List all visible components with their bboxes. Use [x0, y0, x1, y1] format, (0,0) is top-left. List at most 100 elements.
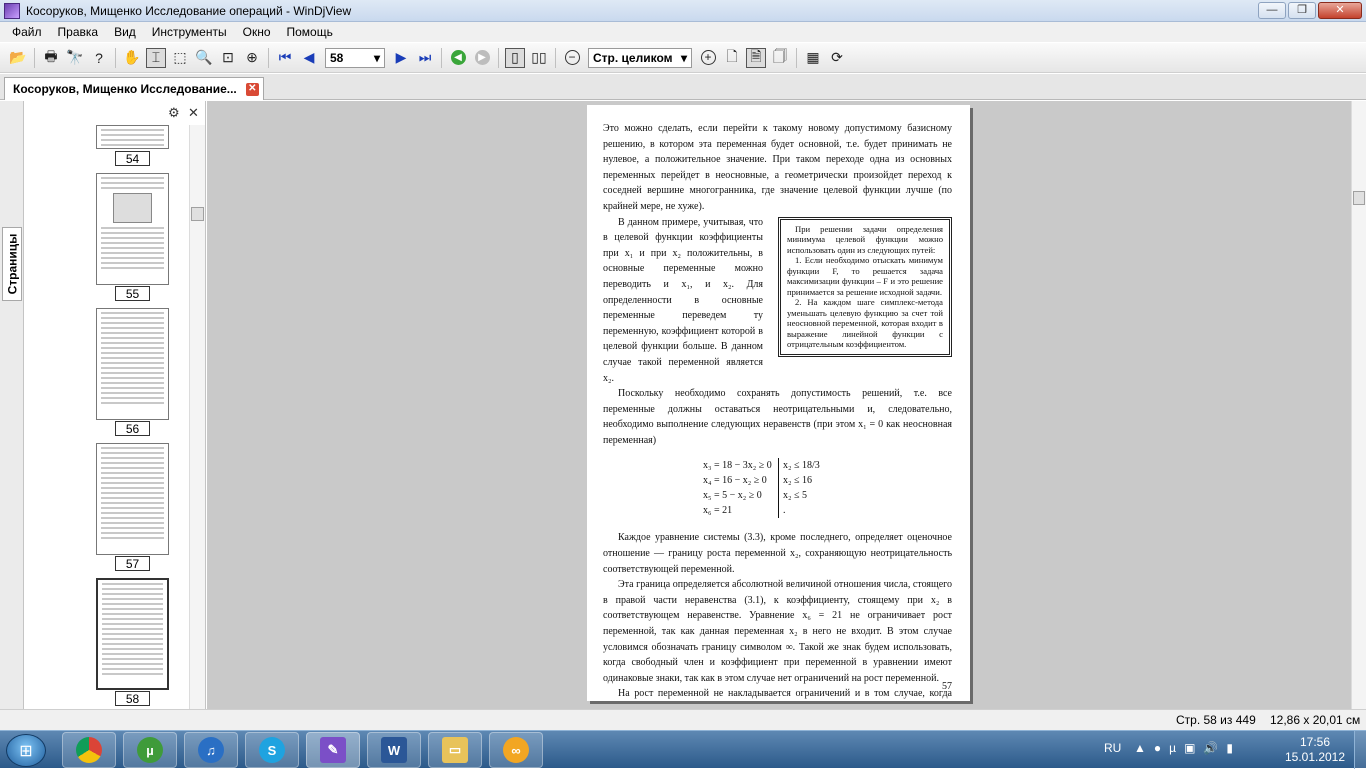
chevron-down-icon[interactable]: ▾: [681, 51, 687, 65]
zoom-rect-icon[interactable]: ⊡: [218, 48, 238, 68]
help-question-icon[interactable]: ?: [89, 48, 109, 68]
open-folder-icon[interactable]: 📂: [8, 48, 28, 68]
equation-system: x₃ = 18 − 3x₂ ≥ 0 x₂ ≤ 18/3 x₄ = 16 − x₂ …: [703, 458, 952, 519]
taskbar-itunes[interactable]: ♫: [184, 732, 238, 768]
fit-width-icon[interactable]: 🗎: [746, 47, 766, 68]
page-thumbnail[interactable]: [96, 125, 169, 149]
utorrent-tray-icon[interactable]: µ: [1169, 741, 1176, 755]
menu-tools[interactable]: Инструменты: [144, 25, 235, 39]
magnifier-icon[interactable]: ⊕: [242, 48, 262, 68]
skype-icon: S: [259, 737, 285, 763]
thumbnail-number: 57: [115, 556, 150, 571]
document-tab[interactable]: Косоруков, Мищенко Исследование... ✕: [4, 77, 264, 100]
zoom-in-button[interactable]: +: [698, 48, 718, 68]
page-thumbnail[interactable]: [96, 308, 169, 420]
page-paragraph: Каждое уравнение системы (3.3), кроме по…: [603, 532, 952, 575]
document-viewer[interactable]: Это можно сделать, если перейти к такому…: [207, 101, 1351, 709]
taskbar-word[interactable]: W: [367, 732, 421, 768]
fit-page-icon[interactable]: 🗋: [722, 48, 742, 68]
scrollbar-thumb[interactable]: [191, 207, 204, 221]
start-button[interactable]: ⊞: [6, 734, 46, 767]
zoom-tool-icon[interactable]: 🔍: [194, 48, 214, 68]
system-tray: ▲ ● µ ▣ 🔊 ▮: [1134, 741, 1233, 755]
equation-left: x₅ = 5 − x₂ ≥ 0: [703, 488, 779, 504]
display-mode-icon[interactable]: ▦: [803, 48, 823, 68]
gear-icon[interactable]: ⚙: [168, 105, 180, 121]
windjview-icon: ✎: [320, 737, 346, 763]
prev-page-icon[interactable]: ◀: [299, 48, 319, 68]
thumbnail-number: 56: [115, 421, 150, 436]
note-text: 2. На каждом шаге симплекс-метода уменьш…: [787, 297, 943, 350]
actual-size-icon[interactable]: 🗍: [770, 48, 790, 68]
facing-pages-icon[interactable]: ▯▯: [529, 48, 549, 68]
document-scrollbar[interactable]: [1351, 101, 1366, 709]
taskbar-windjview[interactable]: ✎: [306, 732, 360, 768]
zoom-out-button[interactable]: −: [562, 48, 582, 68]
taskbar-chrome[interactable]: [62, 732, 116, 768]
menu-window[interactable]: Окно: [235, 25, 279, 39]
page-thumbnail[interactable]: [96, 173, 169, 285]
thumbnail-panel-header: ⚙ ✕: [24, 101, 205, 125]
zoom-combo[interactable]: Стр. целиком ▾: [588, 47, 692, 68]
equation-right: x₂ ≤ 16: [783, 475, 812, 487]
close-button[interactable]: ✕: [1318, 2, 1362, 19]
show-hidden-icons-icon[interactable]: ▲: [1134, 741, 1146, 755]
status-page-count: Стр. 58 из 449: [1176, 713, 1256, 727]
note-box: При решении задачи определения минимума …: [778, 216, 952, 357]
sidebar-tabs: Страницы: [0, 101, 24, 709]
close-icon[interactable]: ✕: [188, 105, 199, 121]
menu-bar: Файл Правка Вид Инструменты Окно Помощь: [0, 22, 1366, 42]
taskbar-skype[interactable]: S: [245, 732, 299, 768]
taskbar-explorer[interactable]: ▭: [428, 732, 482, 768]
forward-button[interactable]: ▶: [472, 48, 492, 68]
taskbar-connection[interactable]: ∞: [489, 732, 543, 768]
equation-right: x₂ ≤ 18/3: [783, 460, 820, 472]
show-desktop-button[interactable]: [1354, 731, 1366, 769]
thumbnail-scrollbar[interactable]: [189, 125, 205, 709]
rect-select-icon[interactable]: ⬚: [170, 48, 190, 68]
note-text: 1. Если необходимо отыскать минимум функ…: [787, 255, 943, 297]
print-icon[interactable]: 🖶: [41, 48, 61, 68]
menu-edit[interactable]: Правка: [50, 25, 107, 39]
rotate-icon[interactable]: ⟳: [827, 48, 847, 68]
page-number-combo[interactable]: 58 ▾: [325, 47, 385, 68]
equation-left: x₆ = 21: [703, 503, 779, 519]
maximize-button[interactable]: ❐: [1288, 2, 1316, 19]
folder-icon: ▭: [442, 737, 468, 763]
chrome-icon: [76, 737, 102, 763]
taskbar-utorrent[interactable]: µ: [123, 732, 177, 768]
close-icon[interactable]: ✕: [245, 83, 259, 96]
menu-file[interactable]: Файл: [4, 25, 50, 39]
page-thumbnail[interactable]: [96, 443, 169, 555]
last-page-icon[interactable]: ⏭: [415, 48, 435, 68]
volume-icon[interactable]: 🔊: [1203, 741, 1218, 755]
back-button[interactable]: ◀: [448, 48, 468, 68]
system-clock[interactable]: 17:56 15.01.2012: [1284, 735, 1346, 765]
menu-view[interactable]: Вид: [106, 25, 144, 39]
status-page-size: 12,86 x 20,01 см: [1270, 713, 1361, 727]
select-tool-icon[interactable]: ⌶: [146, 47, 166, 68]
next-page-icon[interactable]: ▶: [391, 48, 411, 68]
equation-right: .: [783, 505, 786, 517]
device-icon[interactable]: ▣: [1184, 741, 1195, 755]
minimize-button[interactable]: —: [1258, 2, 1286, 19]
menu-help[interactable]: Помощь: [279, 25, 341, 39]
hand-tool-icon[interactable]: ✋: [122, 48, 142, 68]
page-paragraph: Это можно сделать, если перейти к такому…: [603, 123, 952, 212]
single-page-icon[interactable]: ▯: [505, 47, 525, 68]
thumbnail-number: 55: [115, 286, 150, 301]
first-page-icon[interactable]: ⏮: [275, 48, 295, 68]
network-icon[interactable]: ▮: [1226, 741, 1233, 755]
scrollbar-thumb[interactable]: [1353, 191, 1365, 205]
page-thumbnail-current[interactable]: [96, 578, 169, 690]
forward-arrow-icon: ▶: [474, 50, 490, 65]
find-icon[interactable]: 🔭: [65, 48, 85, 68]
page-number-value: 58: [330, 50, 344, 65]
thumbnail-number: 54: [115, 151, 150, 166]
tab-pages[interactable]: Страницы: [2, 227, 22, 301]
language-indicator[interactable]: RU: [1104, 741, 1121, 755]
page-paragraph: Эта граница определяется абсолютной вели…: [603, 579, 952, 684]
antivirus-icon[interactable]: ●: [1154, 741, 1161, 755]
chevron-down-icon[interactable]: ▾: [374, 51, 380, 65]
toolbar-separator: [555, 47, 556, 68]
